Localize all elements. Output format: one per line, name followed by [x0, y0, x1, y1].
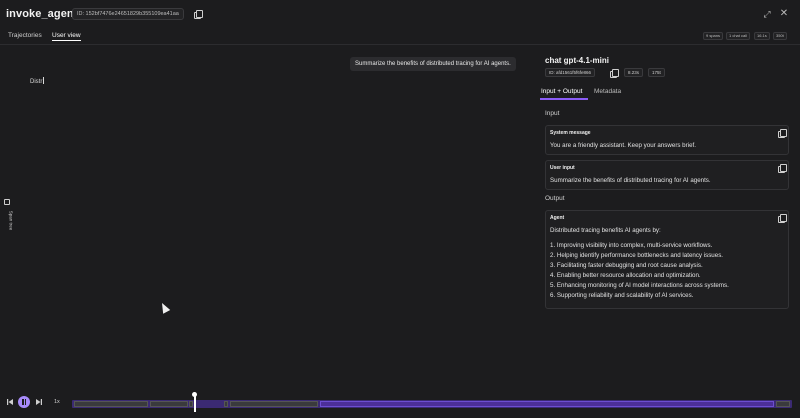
- chat-area: Summarize the benefits of distributed tr…: [16, 46, 530, 388]
- active-tab-underline: [540, 98, 588, 100]
- system-message-heading: System message: [550, 130, 591, 136]
- chat-calls-badge: 1 chat call: [726, 32, 751, 40]
- timeline-segment[interactable]: [776, 401, 790, 407]
- text-caret: [42, 77, 44, 84]
- copy-icon[interactable]: [194, 10, 203, 19]
- playback-bar: 1x: [0, 392, 800, 414]
- tab-trajectories[interactable]: Trajectories: [8, 32, 42, 39]
- agent-list-item: 4. Enabling better resource allocation a…: [550, 272, 701, 279]
- timeline-segment[interactable]: [150, 401, 188, 407]
- agent-list-item: 1. Improving visibility into complex, mu…: [550, 242, 713, 249]
- close-icon[interactable]: ✕: [779, 9, 789, 19]
- timeline-segment[interactable]: [189, 401, 193, 407]
- sidebar-icon: [4, 199, 10, 205]
- agent-output-card: Agent Distributed tracing benefits AI ag…: [545, 210, 789, 309]
- output-section-label: Output: [545, 195, 565, 202]
- user-input-text: Summarize the benefits of distributed tr…: [550, 177, 711, 184]
- tab-user-view[interactable]: User view: [52, 32, 81, 41]
- spans-count-badge: 9 spans: [703, 32, 724, 40]
- agent-intro: Distributed tracing benefits AI agents b…: [550, 227, 661, 234]
- trace-id-badge: ID: 152bf7476e24651829b355109ea41aa: [72, 8, 184, 20]
- agent-list-item: 6. Supporting reliability and scalabilit…: [550, 292, 694, 299]
- span-title: chat gpt-4.1-mini: [545, 56, 610, 65]
- duration-badge: 16.1s: [754, 32, 770, 40]
- user-input-card: User input Summarize the benefits of dis…: [545, 160, 789, 190]
- header: invoke_agent ID: 152bf7476e24651829b3551…: [0, 0, 800, 30]
- timeline-segment[interactable]: [224, 401, 228, 407]
- pause-button[interactable]: [18, 396, 30, 408]
- page-title: invoke_agent: [6, 8, 78, 20]
- agent-output-text: Distributed tracing benefits AI agents b…: [550, 226, 729, 301]
- header-divider: [0, 44, 800, 45]
- agent-list-item: 2. Helping identify performance bottlene…: [550, 252, 724, 259]
- agent-heading: Agent: [550, 215, 565, 221]
- app-root: invoke_agent ID: 152bf7476e24651829b3551…: [0, 0, 800, 418]
- input-section-label: Input: [545, 110, 560, 117]
- span-id-badge: ID: afd1561f5f6fe866: [545, 68, 596, 77]
- timeline-segment[interactable]: [74, 401, 148, 407]
- timeline-segment[interactable]: [230, 401, 318, 407]
- user-input-heading: User input: [550, 165, 575, 171]
- span-duration-badge: 8.23s: [624, 68, 644, 77]
- tab-metadata[interactable]: Metadata: [594, 88, 621, 95]
- skip-back-icon[interactable]: [5, 397, 15, 407]
- span-tree-toggle[interactable]: Span tree: [0, 195, 14, 237]
- agent-list-item: 3. Facilitating faster debugging and roo…: [550, 262, 703, 269]
- tab-input-output[interactable]: Input + Output: [541, 88, 582, 95]
- span-detail-panel: chat gpt-4.1-mini ID: afd1561f5f6fe866 8…: [536, 50, 794, 384]
- copy-span-id-icon[interactable]: [610, 69, 619, 78]
- system-message-text: You are a friendly assistant. Keep your …: [550, 142, 696, 149]
- playback-speed[interactable]: 1x: [54, 399, 60, 405]
- streaming-text: Distr: [30, 79, 43, 85]
- copy-system-message-icon[interactable]: [778, 129, 787, 138]
- copy-user-input-icon[interactable]: [778, 164, 787, 173]
- playhead-handle[interactable]: [192, 392, 197, 397]
- timeline-segment-active[interactable]: [320, 401, 774, 407]
- tokens-badge: 350t: [773, 32, 787, 40]
- skip-forward-icon[interactable]: [34, 397, 44, 407]
- agent-list-item: 5. Enhancing monitoring of AI model inte…: [550, 282, 729, 289]
- span-tokens-badge: 175t: [648, 68, 665, 77]
- copy-agent-output-icon[interactable]: [778, 214, 787, 223]
- user-message-bubble: Summarize the benefits of distributed tr…: [350, 57, 516, 71]
- expand-icon[interactable]: ⤢: [762, 9, 772, 19]
- streaming-response: Distr: [30, 77, 44, 85]
- system-message-card: System message You are a friendly assist…: [545, 125, 789, 155]
- view-tabs: Trajectories User view: [0, 30, 800, 44]
- span-tree-label: Span tree: [8, 210, 14, 231]
